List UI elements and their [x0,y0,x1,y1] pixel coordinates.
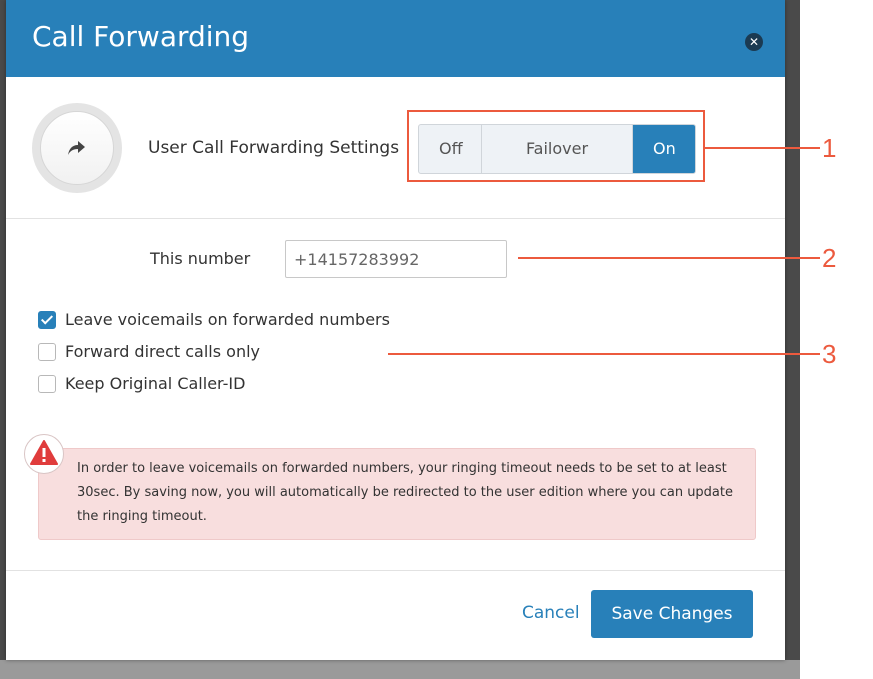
annotation-number-2: 2 [822,243,837,273]
annotation-line-2 [518,257,820,259]
save-changes-button[interactable]: Save Changes [591,590,753,638]
original-caller-id-label: Keep Original Caller-ID [65,374,246,393]
annotation-box-1 [407,110,705,182]
option-leave-voicemails[interactable]: Leave voicemails on forwarded numbers [38,310,390,329]
close-icon[interactable]: ✕ [745,33,763,51]
annotation-number-1: 1 [822,133,837,163]
option-original-caller-id[interactable]: Keep Original Caller-ID [38,374,245,393]
section-divider [6,218,785,219]
page-backdrop-bottom [0,660,800,679]
warning-triangle-icon [30,440,58,465]
voicemail-alert: In order to leave voicemails on forwarde… [38,448,756,540]
share-arrow-icon [68,141,85,155]
option-direct-calls[interactable]: Forward direct calls only [38,342,260,361]
leave-voicemails-label: Leave voicemails on forwarded numbers [65,310,390,329]
original-caller-id-checkbox[interactable] [38,374,56,393]
annotation-number-3: 3 [822,339,837,369]
dialog-header: Call Forwarding ✕ [6,0,785,77]
dialog-title: Call Forwarding [32,20,250,53]
cancel-button[interactable]: Cancel [522,603,580,623]
alert-text: In order to leave voicemails on forwarde… [77,461,733,524]
annotation-line-1 [705,147,820,149]
footer-divider [6,570,785,571]
alert-icon-wrap [24,434,64,474]
forwarding-avatar [32,103,122,193]
number-field[interactable] [285,240,507,278]
call-forwarding-dialog: Call Forwarding ✕ User Call Forwarding S… [6,0,785,660]
avatar-inner [40,111,114,185]
direct-calls-label: Forward direct calls only [65,342,261,361]
annotation-line-3 [388,353,820,355]
number-label: This number [150,249,251,268]
direct-calls-checkbox[interactable] [38,342,56,361]
leave-voicemails-checkbox[interactable] [38,310,56,329]
forwarding-settings-label: User Call Forwarding Settings [148,138,400,158]
